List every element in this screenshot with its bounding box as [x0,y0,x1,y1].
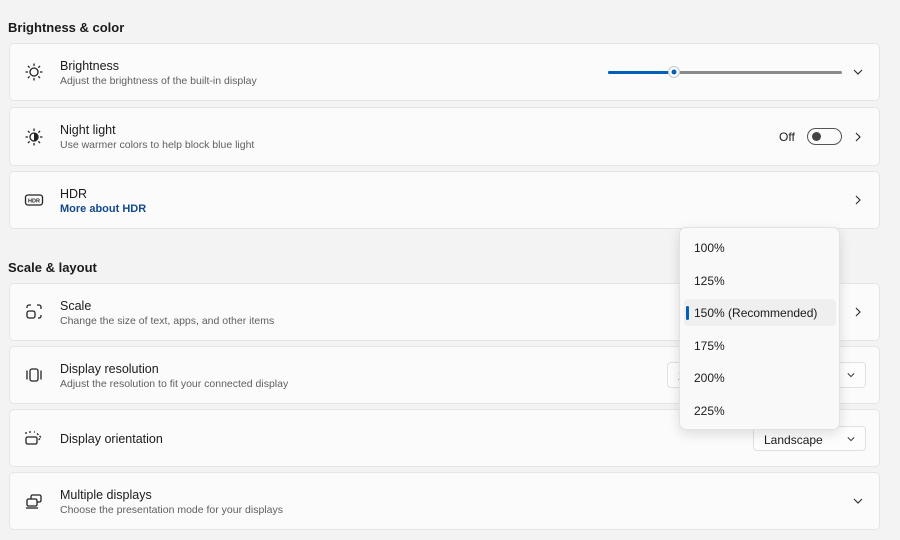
slider-thumb[interactable] [667,66,680,78]
chevron-right-icon[interactable] [853,307,863,317]
scale-option[interactable]: 100% [684,234,836,261]
brightness-title: Brightness [60,59,120,73]
scale-title: Scale [60,299,92,313]
chevron-down-icon[interactable] [853,496,863,506]
scale-option[interactable]: 225% [684,397,836,424]
orientation-title: Display orientation [60,432,163,446]
section-scale-layout: Scale & layout [8,260,97,275]
night-light-icon [25,127,43,146]
night-light-title: Night light [60,123,116,137]
scale-option[interactable]: 175% [684,332,836,359]
scale-subtitle: Change the size of text, apps, and other… [60,315,275,327]
brightness-slider[interactable] [608,66,842,78]
brightness-subtitle: Adjust the brightness of the built-in di… [60,75,257,87]
chevron-down-icon [847,373,855,378]
night-light-subtitle: Use warmer colors to help block blue lig… [60,139,255,151]
chevron-right-icon[interactable] [853,132,863,142]
brightness-card: Brightness Adjust the brightness of the … [9,43,880,101]
scale-dropdown-menu: 100% 125% 150% (Recommended) 175% 200% 2… [679,227,840,430]
multiple-displays-title: Multiple displays [60,488,152,502]
hdr-title: HDR [60,187,88,201]
multiple-displays-card[interactable]: Multiple displays Choose the presentatio… [9,472,880,530]
hdr-card[interactable]: HDR HDR More about HDR [9,171,880,229]
chevron-right-icon[interactable] [853,195,863,205]
resolution-subtitle: Adjust the resolution to fit your connec… [60,378,289,390]
chevron-down-icon [847,437,855,442]
hdr-icon: HDR [24,194,44,206]
night-light-state: Off [779,130,795,144]
sun-icon [25,63,43,81]
multiple-displays-subtitle: Choose the presentation mode for your di… [60,504,283,516]
scale-option[interactable]: 200% [684,364,836,391]
chevron-down-icon[interactable] [853,67,863,77]
night-light-card[interactable]: Night light Use warmer colors to help bl… [9,107,880,166]
section-brightness-color: Brightness & color [8,20,125,35]
night-light-toggle[interactable] [807,128,842,145]
scale-option[interactable]: 125% [684,267,836,294]
svg-text:HDR: HDR [28,199,40,205]
more-about-hdr-link[interactable]: More about HDR [60,203,146,215]
resolution-icon [26,368,42,382]
scale-icon [26,304,42,319]
scale-option-selected[interactable]: 150% (Recommended) [684,299,836,326]
orientation-value: Landscape [764,433,823,447]
orientation-icon [25,431,42,445]
resolution-title: Display resolution [60,362,159,376]
multiple-displays-icon [26,494,42,509]
